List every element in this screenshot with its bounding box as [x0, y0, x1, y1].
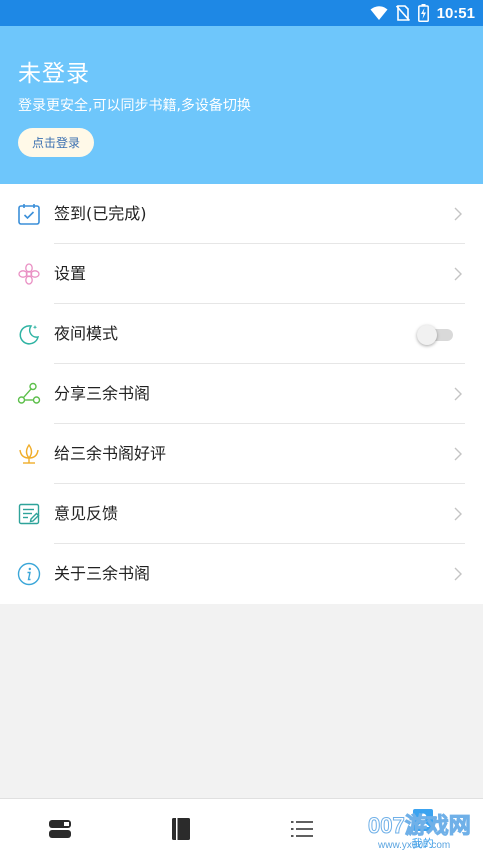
chevron-right-icon — [454, 387, 462, 401]
menu-item-settings[interactable]: 设置 — [0, 244, 483, 304]
menu-item-label: 签到(已完成) — [54, 204, 147, 223]
battery-charging-icon — [417, 4, 429, 22]
calendar-check-icon — [18, 204, 40, 225]
menu-item-label: 关于三余书阁 — [54, 564, 151, 583]
menu-item-label: 设置 — [54, 264, 87, 283]
night-mode-toggle[interactable] — [417, 324, 454, 345]
menu-item-label: 分享三余书阁 — [54, 384, 151, 403]
chevron-right-icon — [454, 267, 462, 281]
list-icon — [290, 820, 313, 837]
chevron-right-icon — [454, 567, 462, 581]
menu-item-feedback[interactable]: 意见反馈 — [0, 484, 483, 544]
login-hint: 登录更安全,可以同步书籍,多设备切换 — [18, 98, 251, 114]
menu-item-label: 给三余书阁好评 — [54, 444, 167, 463]
profile-icon — [412, 809, 433, 831]
bottom-navigation: 我的 — [0, 798, 483, 858]
toggle-thumb — [417, 325, 437, 345]
chevron-right-icon — [454, 447, 462, 461]
profile-header: 未登录 登录更安全,可以同步书籍,多设备切换 点击登录 — [0, 26, 483, 184]
login-button[interactable]: 点击登录 — [18, 128, 94, 157]
info-icon — [17, 562, 41, 586]
wifi-icon — [370, 6, 388, 20]
status-time: 10:51 — [436, 4, 475, 22]
bookshelf-icon — [49, 819, 72, 838]
lotus-icon — [19, 443, 39, 464]
menu-item-night-mode[interactable]: 夜间模式 — [0, 304, 483, 364]
menu-item-label: 意见反馈 — [54, 504, 119, 523]
book-icon — [172, 817, 191, 840]
login-status-title: 未登录 — [18, 61, 90, 87]
flower-gear-icon — [18, 263, 40, 285]
chevron-right-icon — [454, 507, 462, 521]
menu-item-rate[interactable]: 给三余书阁好评 — [0, 424, 483, 484]
tab-profile-label: 我的 — [411, 837, 434, 850]
tab-profile[interactable]: 我的 — [362, 799, 483, 858]
status-icons: 10:51 — [370, 3, 475, 23]
moon-icon — [19, 325, 40, 345]
menu-item-about[interactable]: 关于三余书阁 — [0, 544, 483, 604]
feedback-icon — [18, 503, 40, 525]
no-sim-icon — [395, 5, 410, 21]
menu-item-sign-in[interactable]: 签到(已完成) — [0, 184, 483, 244]
status-bar: 10:51 — [0, 0, 483, 26]
tab-bookshelf[interactable] — [0, 799, 121, 858]
tab-book[interactable] — [121, 799, 242, 858]
tab-list[interactable] — [242, 799, 363, 858]
menu-item-label: 夜间模式 — [54, 324, 119, 343]
chevron-right-icon — [454, 207, 462, 221]
share-icon — [17, 382, 41, 404]
settings-menu: 签到(已完成) 设置 夜间模式 分享三余书阁 给三余书阁好评 意见反馈 关于三余… — [0, 184, 483, 604]
menu-item-share[interactable]: 分享三余书阁 — [0, 364, 483, 424]
